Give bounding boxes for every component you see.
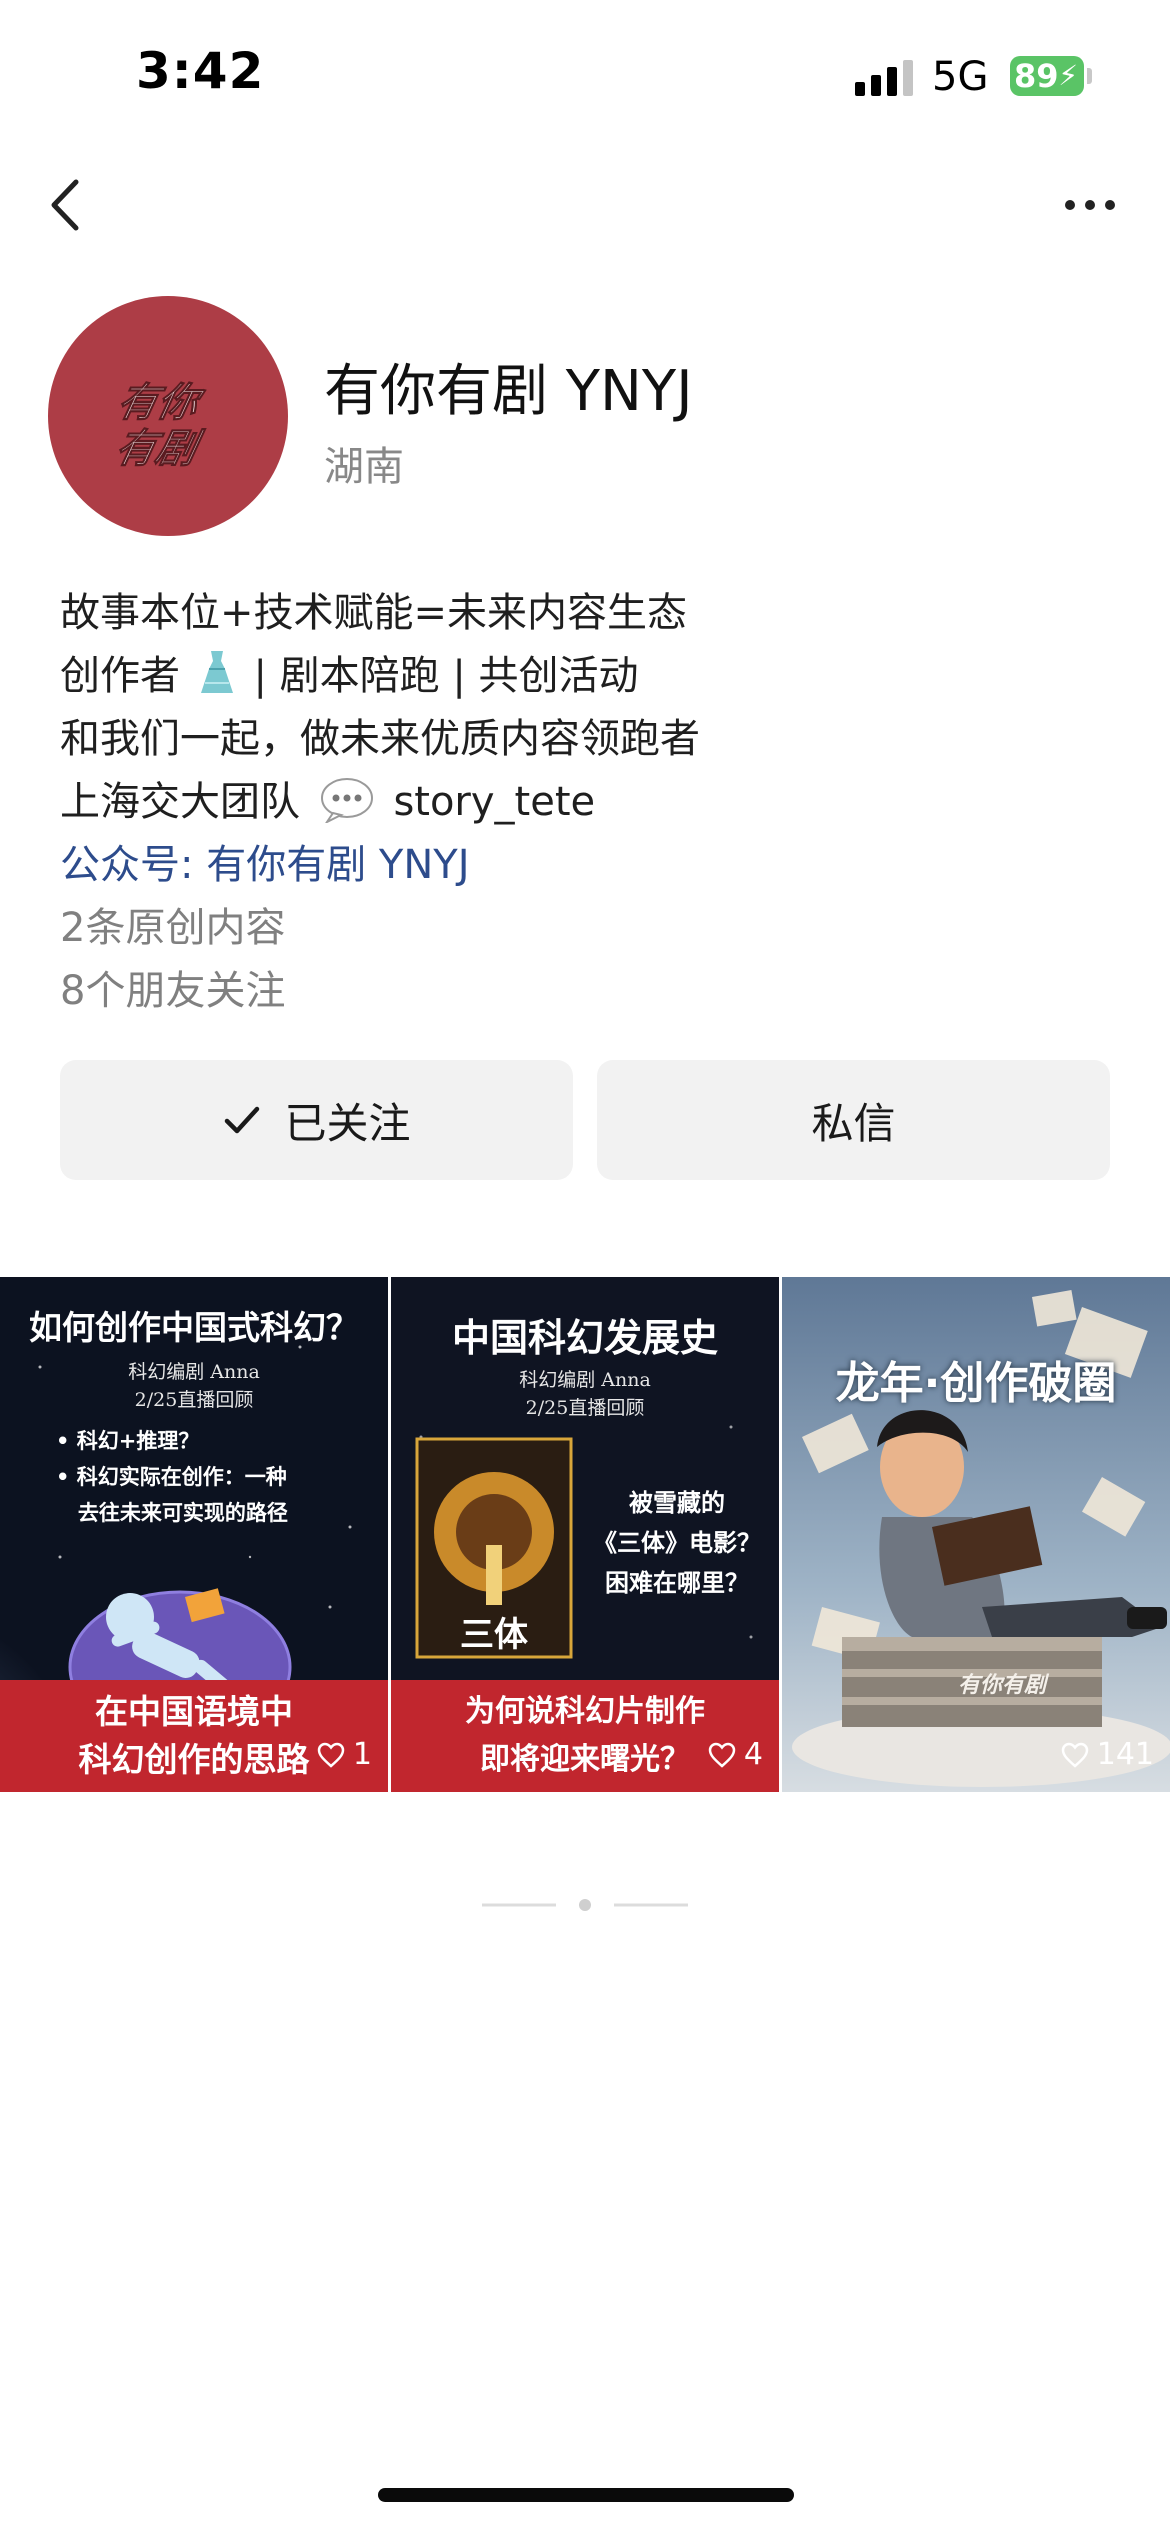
post-watermark: 有你有剧	[958, 1673, 1047, 1698]
post-banner: 在中国语境中 科幻创作的思路	[0, 1680, 388, 1792]
post-title: 中国科幻发展史	[451, 1316, 718, 1360]
like-count: 1	[317, 1737, 372, 1772]
dress-emoji-icon	[200, 651, 233, 693]
message-button-label: 私信	[811, 1098, 896, 1148]
page-indicator	[482, 1899, 688, 1911]
message-button[interactable]: 私信	[597, 1060, 1110, 1180]
post-subtitle: 科幻编剧 Anna	[128, 1361, 260, 1383]
avatar-logo: 有你 有剧	[118, 378, 210, 470]
post-subtitle: 2/25直播回顾	[134, 1389, 254, 1411]
back-chevron-icon[interactable]	[40, 170, 90, 240]
speech-bubble-icon	[320, 778, 373, 823]
profile-location: 湖南	[324, 444, 404, 490]
bio-line: 创作者 | 剧本陪跑 | 共创活动	[60, 645, 1120, 708]
more-options-icon[interactable]	[1060, 190, 1120, 220]
battery-icon: 89 ⚡	[1010, 56, 1084, 96]
bio-line: 故事本位+技术赋能=未来内容生态	[60, 590, 688, 636]
like-count: 4	[708, 1737, 763, 1772]
heart-icon	[1061, 1742, 1088, 1768]
profile-page: 3:42 5G 89 ⚡ 有你 有剧 有你有剧 YNYJ 湖南 故事本位+技术赋…	[0, 0, 1170, 2532]
like-count-value: 141	[1096, 1737, 1154, 1772]
following-button[interactable]: 已关注	[60, 1060, 573, 1180]
signal-icon	[855, 60, 913, 96]
like-count-value: 4	[743, 1737, 763, 1772]
heart-icon	[317, 1742, 345, 1768]
post-tile[interactable]: 龙年·创作破圈 有你有剧 141	[782, 1277, 1170, 1792]
status-bar: 3:42 5G 89 ⚡	[0, 0, 1170, 150]
poster-title: 三体	[460, 1615, 528, 1655]
post-side-text: 被雪藏的 《三体》电影？ 困难在哪里？	[593, 1489, 761, 1597]
post-title: 如何创作中国式科幻？	[29, 1308, 359, 1347]
battery-cap	[1087, 68, 1092, 84]
heart-icon	[708, 1742, 736, 1768]
checkmark-icon	[225, 1106, 260, 1134]
charging-bolt-icon: ⚡	[1058, 59, 1078, 92]
avatar[interactable]: 有你 有剧	[48, 296, 288, 536]
bio-text: 创作者	[60, 653, 180, 699]
friends-following[interactable]: 8个朋友关注	[60, 960, 1120, 1023]
bio-line: 上海交大团队 story_tete	[60, 771, 1120, 834]
network-type: 5G	[932, 54, 989, 100]
status-time: 3:42	[136, 42, 265, 100]
like-count: 141	[1061, 1737, 1154, 1772]
bio-text: 上海交大团队	[60, 779, 300, 825]
post-title: 龙年·创作破圈	[835, 1358, 1117, 1409]
svg-text:有剧: 有剧	[118, 424, 208, 470]
following-button-label: 已关注	[284, 1098, 411, 1148]
post-tile[interactable]: 如何创作中国式科幻？ 科幻编剧 Anna 2/25直播回顾 • 科幻+推理？ •…	[0, 1277, 388, 1792]
bio-text: story_tete	[393, 779, 596, 825]
posts-grid: 如何创作中国式科幻？ 科幻编剧 Anna 2/25直播回顾 • 科幻+推理？ •…	[0, 1277, 1170, 1792]
svg-text:有你: 有你	[118, 378, 210, 425]
home-indicator[interactable]	[378, 2488, 794, 2502]
bio-line: 和我们一起，做未来优质内容领跑者	[60, 716, 700, 762]
post-subtitle: 2/25直播回顾	[525, 1397, 645, 1419]
post-banner: 为何说科幻片制作 即将迎来曙光？	[391, 1680, 779, 1792]
battery-level: 89	[1014, 57, 1059, 95]
profile-bio: 故事本位+技术赋能=未来内容生态 创作者 | 剧本陪跑 | 共创活动 和我们一起…	[60, 582, 1120, 1023]
original-content-count[interactable]: 2条原创内容	[60, 897, 1120, 960]
official-account-link[interactable]: 公众号: 有你有剧 YNYJ	[60, 834, 1120, 897]
post-bullets: • 科幻+推理？ • 科幻实际在创作：一种 去往未来可实现的路径	[56, 1429, 288, 1525]
like-count-value: 1	[352, 1737, 372, 1772]
bio-text: | 剧本陪跑 | 共创活动	[253, 653, 639, 699]
post-tile[interactable]: 中国科幻发展史 科幻编剧 Anna 2/25直播回顾 三体 被雪藏的 《三体》电…	[391, 1277, 779, 1792]
post-subtitle: 科幻编剧 Anna	[519, 1369, 651, 1391]
profile-name: 有你有剧 YNYJ	[324, 359, 693, 424]
